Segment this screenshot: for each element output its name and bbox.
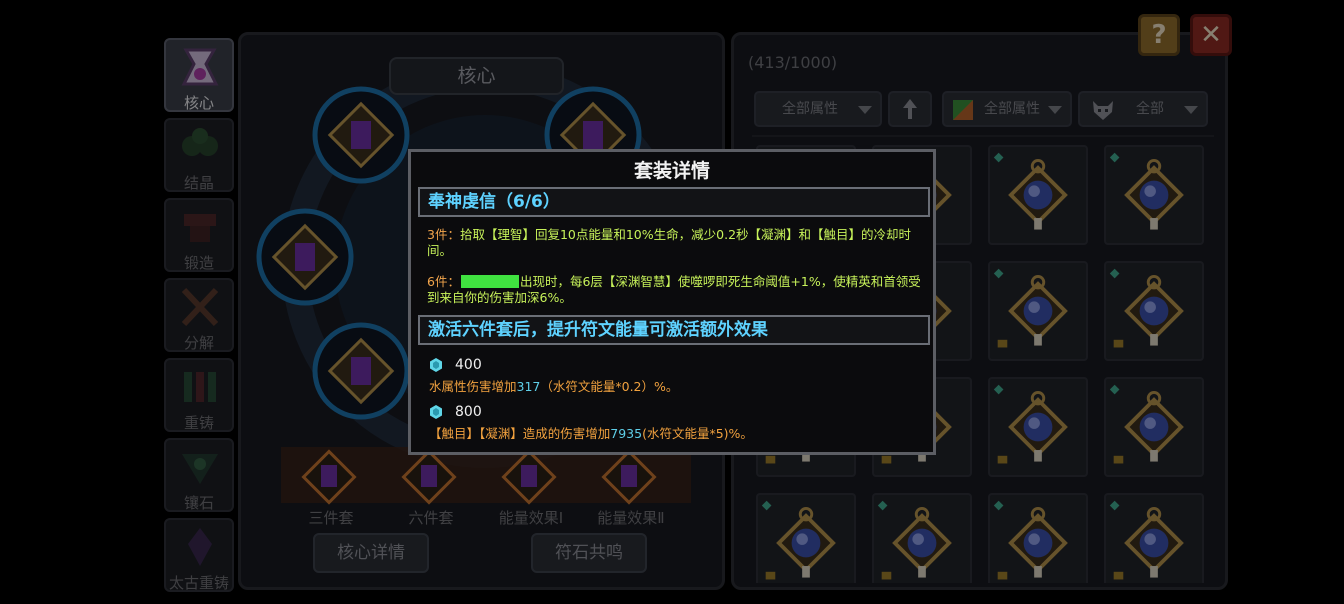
energy-tier-2-value: 800 — [455, 404, 482, 420]
effect-number: 7935 — [610, 426, 643, 441]
energy-tier-1-value: 400 — [455, 357, 482, 373]
set-bonus-6-prefix: 6件： — [427, 274, 460, 289]
effect-number: 317 — [516, 379, 541, 394]
energy-tier-1-effect: 水属性伤害增加317（水符文能量*0.2）%。 — [429, 379, 678, 395]
effect-text: 水属性伤害增加 — [429, 379, 517, 394]
energy-effect-header: 激活六件套后，提升符文能量可激活额外效果 — [418, 315, 930, 345]
rune-energy-icon — [430, 358, 442, 372]
set-bonus-3: 3件：拾取【理智】回复10点能量和10%生命，减少0.2秒【凝渊】和【触目】的冷… — [427, 227, 927, 259]
energy-tier-2-effect: 【触目】【凝渊】造成的伤害增加7935(水符文能量*5)%。 — [429, 426, 753, 442]
set-bonus-3-text: 拾取【理智】回复10点能量和10%生命，减少0.2秒【凝渊】和【触目】的冷却时间… — [427, 227, 912, 258]
effect-text: (水符文能量*5)%。 — [642, 426, 753, 441]
set-bonus-3-prefix: 3件： — [427, 227, 460, 242]
popup-title: 套装详情 — [633, 160, 710, 182]
set-bonus-6: 6件： 出现时，每6层【深渊智慧】使噬啰即死生命阈值+1%，使精英和首领受到来自你… — [427, 274, 927, 306]
redacted-name-bar — [460, 275, 519, 288]
set-name-header: 奉神虔信（6/6） — [418, 187, 930, 217]
set-detail-popup: 套装详情 奉神虔信（6/6） 3件：拾取【理智】回复10点能量和10%生命，减少… — [408, 149, 936, 455]
rune-energy-icon — [430, 405, 442, 419]
effect-text: 【触目】【凝渊】造成的伤害增加 — [429, 426, 611, 441]
effect-text: （水符文能量*0.2）%。 — [540, 379, 679, 394]
